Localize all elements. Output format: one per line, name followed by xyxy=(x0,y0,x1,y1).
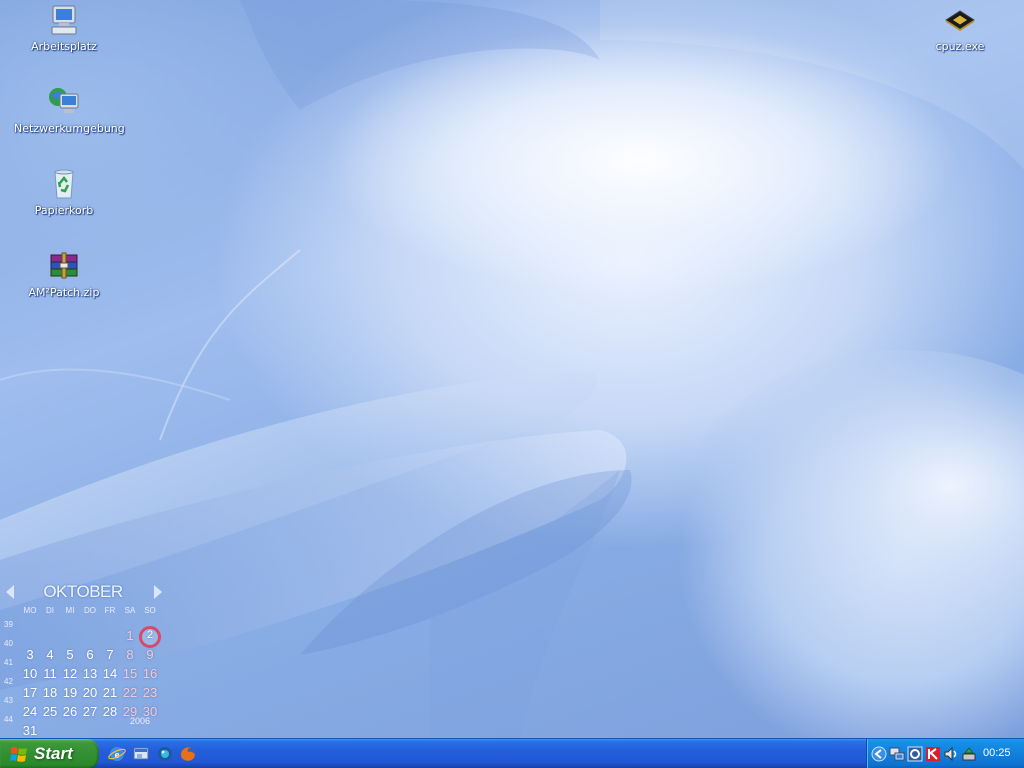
calendar-day[interactable]: 1 xyxy=(120,628,140,643)
calendar-month: OKTOBER xyxy=(43,582,123,601)
calendar-gadget: OKTOBER MO DI MI DO FR SA SO 39 1 2 40 3 4 5 6 7 8 9 41 10… xyxy=(4,582,166,738)
calendar-day[interactable]: 5 xyxy=(60,647,80,662)
calendar-day[interactable]: 17 xyxy=(20,685,40,700)
next-month-icon[interactable] xyxy=(154,585,162,599)
tray-expand-arrow-icon[interactable] xyxy=(871,746,887,762)
calendar-weekday: DI xyxy=(46,606,54,615)
show-desktop-icon[interactable] xyxy=(132,745,150,763)
desktop[interactable]: Arbeitsplatz Netzwerkumgebung Papierkorb… xyxy=(0,0,1024,738)
calendar-day[interactable]: 26 xyxy=(60,704,80,719)
my-computer-icon xyxy=(51,5,77,35)
windows-logo-icon xyxy=(10,747,27,762)
desktop-icon-label: AM²Patch.zip xyxy=(28,286,100,299)
network-places-icon xyxy=(49,88,79,113)
calendar-day[interactable]: 27 xyxy=(80,704,100,719)
calendar-week-number: 43 xyxy=(4,696,13,705)
calendar-day[interactable]: 24 xyxy=(20,704,40,719)
calendar-week-number: 41 xyxy=(4,658,13,667)
desktop-icon-label: cpuz.exe xyxy=(935,40,985,53)
system-tray: 00:25 xyxy=(866,739,1024,768)
safely-remove-hardware-icon[interactable] xyxy=(961,746,977,762)
winrar-archive-icon xyxy=(50,252,78,279)
calendar-day[interactable]: 6 xyxy=(80,647,100,662)
desktop-icon-label: Papierkorb xyxy=(34,204,94,217)
recycle-bin-icon xyxy=(54,169,74,199)
firefox-icon[interactable] xyxy=(179,745,197,763)
calendar-day[interactable]: 13 xyxy=(80,666,100,681)
calendar-day[interactable]: 4 xyxy=(40,647,60,662)
calendar-day[interactable]: 9 xyxy=(140,647,160,662)
calendar-week-number: 39 xyxy=(4,620,13,629)
calendar-day[interactable]: 14 xyxy=(100,666,120,681)
calendar-day[interactable]: 10 xyxy=(20,666,40,681)
desktop-icon-winrar-archive[interactable]: AM²Patch.zip xyxy=(14,249,114,299)
calendar-day-today[interactable]: 2 xyxy=(140,629,160,641)
calendar-day[interactable]: 16 xyxy=(140,666,160,681)
calendar-day[interactable]: 31 xyxy=(20,723,40,738)
media-player-icon[interactable] xyxy=(156,745,174,763)
calendar-weekday: DO xyxy=(84,606,96,615)
antivirus-icon[interactable] xyxy=(925,746,941,762)
calendar-day[interactable]: 3 xyxy=(20,647,40,662)
internet-explorer-icon[interactable]: e xyxy=(108,745,126,763)
calendar-day[interactable]: 21 xyxy=(100,685,120,700)
calendar-day[interactable]: 23 xyxy=(140,685,160,700)
calendar-day[interactable]: 8 xyxy=(120,647,140,662)
calendar-week-number: 44 xyxy=(4,715,13,724)
calendar-week-number: 40 xyxy=(4,639,13,648)
taskbar: Start e 00:25 xyxy=(0,738,1024,768)
calendar-day[interactable]: 7 xyxy=(100,647,120,662)
desktop-icon-my-computer[interactable]: Arbeitsplatz xyxy=(14,3,114,53)
calendar-weekday: SO xyxy=(144,606,156,615)
calendar-day[interactable]: 19 xyxy=(60,685,80,700)
calendar-day[interactable]: 20 xyxy=(80,685,100,700)
calendar-weekday: FR xyxy=(104,606,116,615)
calendar-day[interactable]: 25 xyxy=(40,704,60,719)
desktop-icon-label: Netzwerkumgebung xyxy=(14,122,125,135)
calendar-day[interactable]: 11 xyxy=(40,666,60,681)
calendar-day[interactable]: 28 xyxy=(100,704,120,719)
calendar-day[interactable]: 22 xyxy=(120,685,140,700)
desktop-icon-cpuz[interactable]: cpuz.exe xyxy=(910,3,1010,53)
start-button[interactable]: Start xyxy=(0,739,99,768)
desktop-icon-label: Arbeitsplatz xyxy=(31,40,97,53)
volume-icon[interactable] xyxy=(943,746,959,762)
calendar-year: 2006 xyxy=(130,716,151,726)
desktop-icon-recycle-bin[interactable]: Papierkorb xyxy=(14,167,114,217)
calendar-day[interactable]: 15 xyxy=(120,666,140,681)
desktop-icon-network-places[interactable]: Netzwerkumgebung xyxy=(14,85,125,135)
calendar-weekday: MO xyxy=(23,606,37,615)
network-connection-icon[interactable] xyxy=(889,746,905,762)
calendar-header: OKTOBER xyxy=(4,582,166,602)
taskbar-clock[interactable]: 00:25 xyxy=(983,747,1011,759)
calendar-day[interactable]: 12 xyxy=(60,666,80,681)
calendar-weekday: SA xyxy=(124,606,136,615)
start-label: Start xyxy=(34,744,73,763)
calendar-week-number: 42 xyxy=(4,677,13,686)
cpu-chip-icon xyxy=(945,10,975,31)
calendar-day[interactable]: 18 xyxy=(40,685,60,700)
tray-app-icon[interactable] xyxy=(907,746,923,762)
calendar-weekday: MI xyxy=(65,606,75,615)
